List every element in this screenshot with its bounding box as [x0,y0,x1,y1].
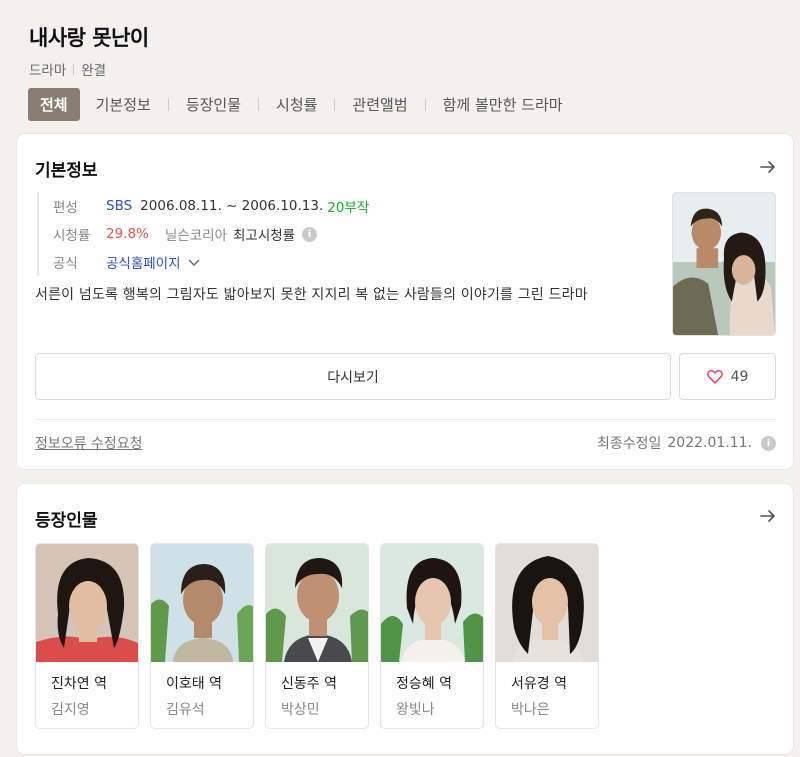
cast-photo [266,544,368,662]
cast-list: 진차연 역 김지영 이호태 역 김유석 신동주 역 박상민 정승혜 역 왕빛나 … [35,543,610,729]
official-label: 공식 [53,256,78,272]
basic-info-card: 기본정보 편성 SBS 2006.08.11. ~ 2006.10.13. 20… [17,134,793,469]
rewatch-label: 다시보기 [327,369,379,386]
info-icon[interactable]: i [302,226,318,242]
like-button[interactable]: 49 [679,353,776,400]
cast-actor: 왕빛나 [396,702,435,718]
cast-member[interactable]: 이호태 역 김유석 [150,543,254,729]
status-text: 완결 [81,63,107,79]
updated-label: 최종수정일 [596,436,662,452]
cast-actor: 김지영 [51,702,90,718]
tab-divider [258,97,260,111]
cast-photo [381,544,483,662]
rating-row: 시청률 29.8% 닐슨코리아 최고시청률 i [53,220,369,248]
cast-actor: 김유석 [166,702,205,718]
tab-divider [167,97,169,111]
info-list: 편성 SBS 2006.08.11. ~ 2006.10.13. 20부작 시청… [37,192,369,276]
rating-kind: 최고시청률 [233,228,296,244]
genre-text: 드라마 [29,63,67,79]
tab-divider [334,97,336,111]
cast-role: 이호태 역 [166,676,222,692]
tab-bar: 전체 기본정보 등장인물 시청률 관련앨범 함께 볼만한 드라마 [28,87,565,121]
rating-value: 29.8% [106,226,149,242]
chevron-down-icon[interactable] [187,255,201,269]
arrow-right-icon[interactable] [758,506,778,526]
page-title: 내사랑 못난이 [29,26,149,50]
cast-role: 진차연 역 [51,676,107,692]
cast-photo [151,544,253,662]
cast-member[interactable]: 신동주 역 박상민 [265,543,369,729]
cast-card: 등장인물 진차연 역 김지영 이호태 역 김유석 신동주 역 박상민 정승혜 역… [17,484,793,754]
card-divider [35,419,776,420]
broadcast-period: 2006.08.11. ~ 2006.10.13. [140,198,324,214]
cast-photo [496,544,598,662]
rating-source: 닐슨코리아 [164,228,227,244]
page-header: 내사랑 못난이 드라마 완결 전체 기본정보 등장인물 시청률 관련앨범 함께 … [0,0,800,125]
meta-divider [73,63,75,75]
cast-heading: 등장인물 [35,511,98,531]
cast-member[interactable]: 정승혜 역 왕빛나 [380,543,484,729]
cast-member[interactable]: 서유경 역 박나은 [495,543,599,729]
cast-photo [36,544,138,662]
tab-cast[interactable]: 등장인물 [184,94,243,115]
cast-member[interactable]: 진차연 역 김지영 [35,543,139,729]
tab-basic-info[interactable]: 기본정보 [94,94,153,115]
tab-ratings[interactable]: 시청률 [274,94,319,115]
cast-role: 서유경 역 [511,676,567,692]
updated-date: 2022.01.11. [667,435,752,451]
cast-actor: 박상민 [281,702,320,718]
rewatch-button[interactable]: 다시보기 [35,353,671,400]
report-error-link[interactable]: 정보오류 수정요청 [35,433,143,453]
poster-image[interactable] [672,192,776,336]
channel-link[interactable]: SBS [106,198,132,214]
arrow-right-icon[interactable] [758,157,778,177]
tab-all[interactable]: 전체 [28,87,80,121]
tab-divider [424,97,426,111]
episode-count: 20부작 [327,200,370,216]
last-updated: 최종수정일 2022.01.11. i [597,433,776,453]
cast-role: 신동주 역 [281,676,337,692]
basic-info-heading: 기본정보 [35,161,98,181]
tab-similar-dramas[interactable]: 함께 볼만한 드라마 [441,94,565,115]
official-homepage-link[interactable]: 공식홈페이지 [106,252,181,272]
cast-actor: 박나은 [511,702,550,718]
broadcast-label: 편성 [53,200,78,216]
heart-icon [706,369,723,384]
official-row: 공식 공식홈페이지 [53,248,369,276]
broadcast-row: 편성 SBS 2006.08.11. ~ 2006.10.13. 20부작 [53,192,369,220]
like-count: 49 [730,368,749,385]
rating-label: 시청률 [53,228,91,244]
title-meta: 드라마 완결 [29,59,106,79]
cast-role: 정승혜 역 [396,676,452,692]
info-icon[interactable]: i [761,435,776,451]
synopsis-text: 서른이 넘도록 행복의 그림자도 밟아보지 못한 지지리 복 없는 사람들의 이… [35,287,588,303]
tab-albums[interactable]: 관련앨범 [350,94,409,115]
